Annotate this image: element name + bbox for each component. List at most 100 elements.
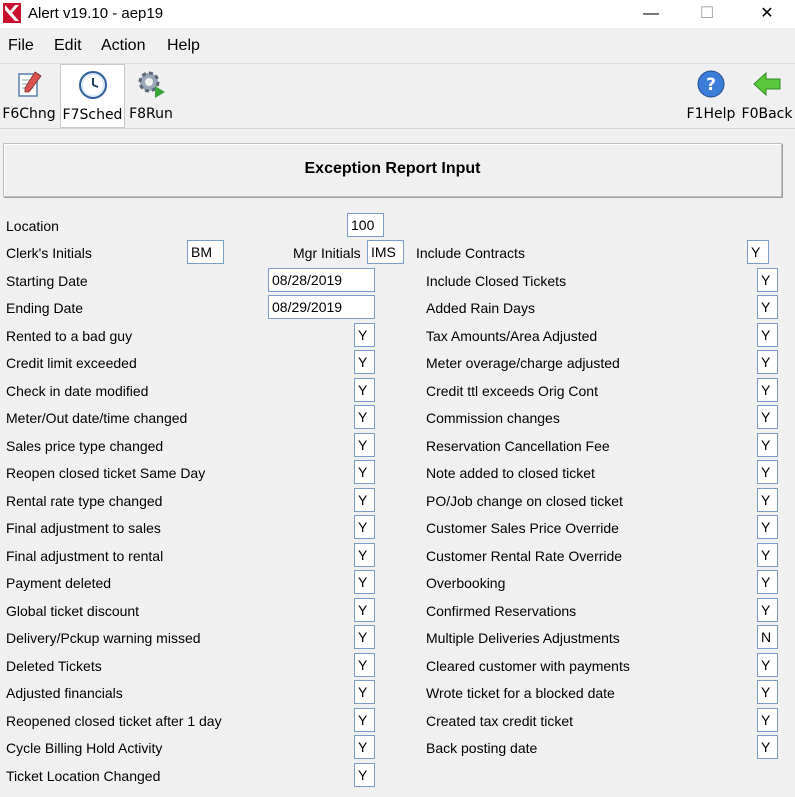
window-title: Alert v19.10 - aep19 bbox=[28, 5, 164, 22]
option-field[interactable]: Y bbox=[354, 350, 375, 374]
notepad-pencil-icon bbox=[18, 71, 42, 97]
report-header-panel: Exception Report Input bbox=[3, 143, 782, 197]
option-label: Final adjustment to sales bbox=[6, 520, 161, 536]
option-field[interactable]: Y bbox=[757, 350, 778, 374]
ending-date-field[interactable]: 08/29/2019 bbox=[268, 295, 375, 319]
gear-run-icon bbox=[138, 71, 165, 98]
option-field[interactable]: Y bbox=[354, 708, 375, 732]
option-field[interactable]: Y bbox=[354, 625, 375, 649]
option-label: Created tax credit ticket bbox=[426, 713, 574, 729]
starting-date-field[interactable]: 08/28/2019 bbox=[268, 268, 375, 292]
back-label: F0Back bbox=[741, 106, 793, 122]
option-field[interactable]: Y bbox=[757, 433, 778, 457]
option-label: Cycle Billing Hold Activity bbox=[6, 740, 163, 756]
option-field[interactable]: Y bbox=[757, 708, 778, 732]
minimize-button[interactable]: — bbox=[628, 0, 674, 28]
option-field[interactable]: Y bbox=[757, 405, 778, 429]
option-field[interactable]: Y bbox=[757, 653, 778, 677]
include-contracts-label: Include Contracts bbox=[416, 245, 525, 261]
option-field[interactable]: Y bbox=[354, 543, 375, 567]
clock-icon bbox=[78, 71, 107, 99]
option-label: Meter overage/charge adjusted bbox=[426, 355, 620, 371]
option-label: Customer Sales Price Override bbox=[426, 520, 619, 536]
close-button[interactable]: ✕ bbox=[744, 0, 790, 28]
back-arrow-icon bbox=[753, 71, 781, 97]
location-field[interactable]: 100 bbox=[347, 213, 384, 237]
option-field[interactable]: Y bbox=[354, 735, 375, 759]
menu-edit[interactable]: Edit bbox=[54, 37, 82, 55]
option-field[interactable]: Y bbox=[354, 488, 375, 512]
include-contracts-field[interactable]: Y bbox=[747, 240, 769, 264]
option-label: Rented to a bad guy bbox=[6, 328, 133, 344]
ending-date-label: Ending Date bbox=[6, 300, 84, 316]
option-label: Note added to closed ticket bbox=[426, 465, 595, 481]
back-button[interactable]: F0Back bbox=[739, 64, 795, 126]
option-field[interactable]: Y bbox=[757, 515, 778, 539]
help-label: F1Help bbox=[686, 106, 736, 122]
option-field[interactable]: Y bbox=[757, 460, 778, 484]
schedule-button[interactable]: F7Sched bbox=[60, 64, 125, 128]
option-field[interactable]: Y bbox=[757, 735, 778, 759]
option-field[interactable]: Y bbox=[757, 323, 778, 347]
menu-action[interactable]: Action bbox=[101, 37, 145, 55]
menu-help[interactable]: Help bbox=[167, 37, 200, 55]
option-label: Overbooking bbox=[426, 575, 506, 591]
option-field[interactable]: Y bbox=[354, 460, 375, 484]
clerk-initials-field[interactable]: BM bbox=[187, 240, 224, 264]
option-label: Payment deleted bbox=[6, 575, 112, 591]
option-field[interactable]: Y bbox=[354, 598, 375, 622]
option-field[interactable]: Y bbox=[354, 515, 375, 539]
option-label: Tax Amounts/Area Adjusted bbox=[426, 328, 598, 344]
option-field[interactable]: Y bbox=[757, 295, 778, 319]
option-field[interactable]: Y bbox=[354, 405, 375, 429]
option-field[interactable]: Y bbox=[757, 543, 778, 567]
mgr-initials-label: Mgr Initials bbox=[293, 245, 361, 261]
option-label: Reopened closed ticket after 1 day bbox=[6, 713, 222, 729]
starting-date-label: Starting Date bbox=[6, 273, 88, 289]
help-icon: ? bbox=[697, 70, 725, 98]
toolbar: F6Chng F7Sched F8Run ? F1Help F0Back bbox=[0, 64, 795, 129]
option-label: Credit limit exceeded bbox=[6, 355, 137, 371]
option-field[interactable]: Y bbox=[757, 378, 778, 402]
option-field[interactable]: Y bbox=[757, 268, 778, 292]
option-field[interactable]: Y bbox=[757, 488, 778, 512]
option-label: Customer Rental Rate Override bbox=[426, 548, 623, 564]
option-label: Reservation Cancellation Fee bbox=[426, 438, 610, 454]
option-field[interactable]: Y bbox=[354, 323, 375, 347]
option-field[interactable]: Y bbox=[354, 378, 375, 402]
run-label: F8Run bbox=[129, 106, 173, 122]
option-label: Delivery/Pckup warning missed bbox=[6, 630, 201, 646]
option-field[interactable]: N bbox=[757, 625, 778, 649]
option-field[interactable]: Y bbox=[757, 680, 778, 704]
option-field[interactable]: Y bbox=[757, 570, 778, 594]
option-label: Confirmed Reservations bbox=[426, 603, 577, 619]
menu-bar: File Edit Action Help bbox=[0, 29, 795, 64]
schedule-label: F7Sched bbox=[62, 107, 123, 123]
option-field[interactable]: Y bbox=[757, 598, 778, 622]
option-label: Deleted Tickets bbox=[6, 658, 102, 674]
option-label: Global ticket discount bbox=[6, 603, 140, 619]
help-button[interactable]: ? F1Help bbox=[683, 64, 739, 126]
run-button[interactable]: F8Run bbox=[125, 64, 177, 126]
option-field[interactable]: Y bbox=[354, 570, 375, 594]
app-logo-icon bbox=[3, 3, 21, 23]
option-field[interactable]: Y bbox=[354, 433, 375, 457]
location-label: Location bbox=[6, 218, 59, 234]
option-label: Commission changes bbox=[426, 410, 560, 426]
change-button[interactable]: F6Chng bbox=[0, 64, 58, 126]
menu-file[interactable]: File bbox=[8, 37, 34, 55]
option-label: PO/Job change on closed ticket bbox=[426, 493, 623, 509]
option-label: Include Closed Tickets bbox=[426, 273, 567, 289]
option-label: Sales price type changed bbox=[6, 438, 164, 454]
mgr-initials-field[interactable]: IMS bbox=[367, 240, 404, 264]
option-field[interactable]: Y bbox=[354, 653, 375, 677]
change-label: F6Chng bbox=[2, 106, 56, 122]
clerk-initials-label: Clerk's Initials bbox=[6, 245, 92, 261]
option-label: Back posting date bbox=[426, 740, 538, 756]
maximize-button[interactable]: ☐ bbox=[684, 0, 730, 28]
option-label: Ticket Location Changed bbox=[6, 768, 161, 784]
option-field[interactable]: Y bbox=[354, 680, 375, 704]
option-label: Check in date modified bbox=[6, 383, 149, 399]
option-field[interactable]: Y bbox=[354, 763, 375, 787]
option-label: Meter/Out date/time changed bbox=[6, 410, 188, 426]
